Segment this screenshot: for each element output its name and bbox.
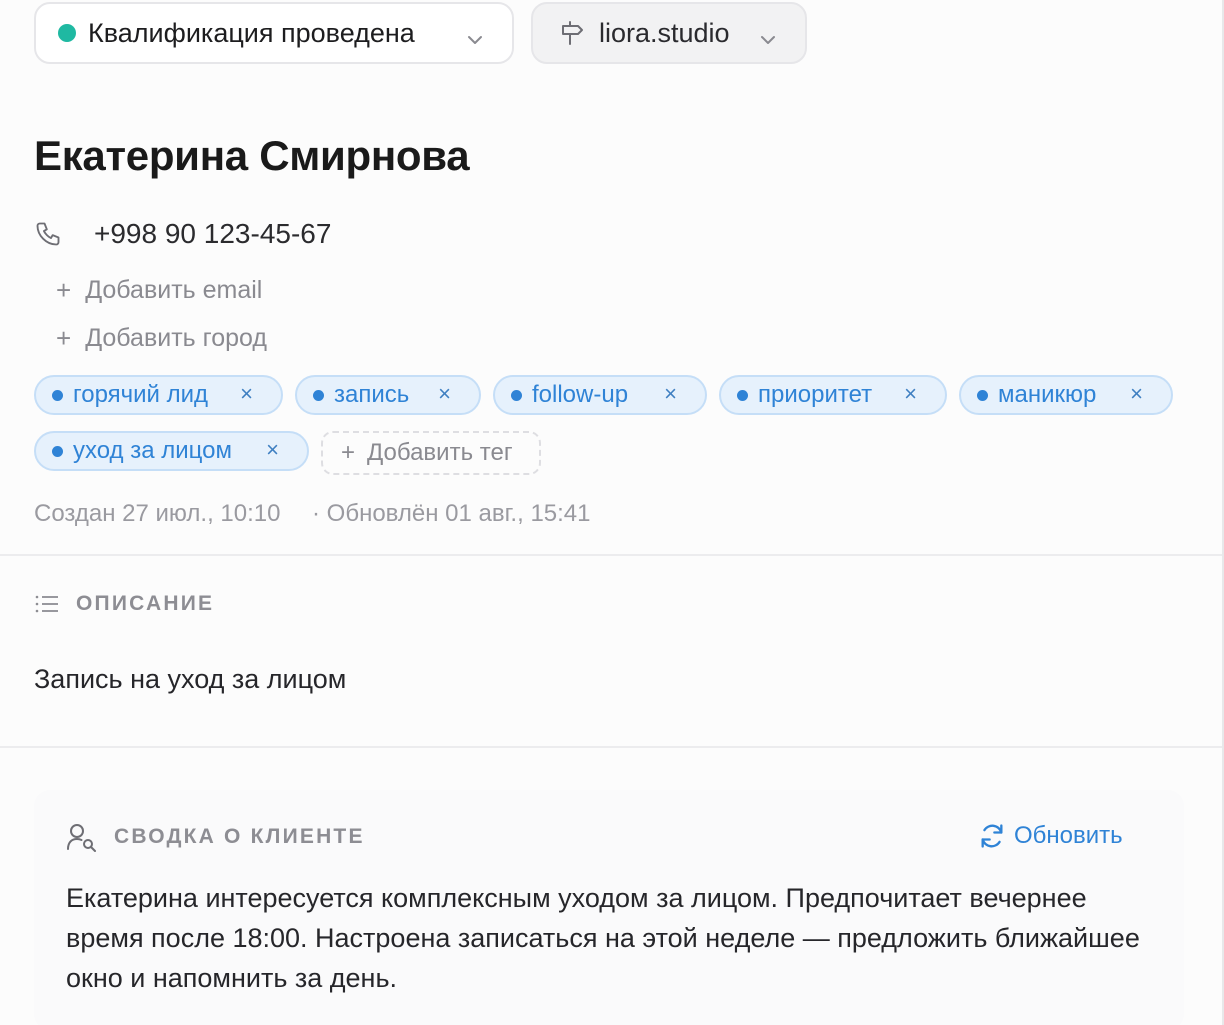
remove-tag-icon[interactable]: × [240,381,253,407]
divider [0,554,1222,556]
summary-text: Екатерина интересуется комплексным уходо… [66,883,1140,993]
contact-name: Екатерина Смирнова [34,132,470,179]
add-city-label: Добавить город [85,324,267,352]
tag-label: follow-up [532,381,629,408]
remove-tag-icon[interactable]: × [1130,381,1143,407]
lead-card: Квалификация проведена liora.studio Екат… [0,0,1224,1025]
tag-label: запись [334,381,410,408]
signpost-icon [559,20,585,46]
add-tag-button[interactable]: + Добавить тег [321,431,541,475]
plus-icon: + [56,323,72,353]
remove-tag-icon[interactable]: × [904,381,917,407]
refresh-summary-button[interactable]: Обновить [978,822,1123,850]
tag-dot [511,389,522,401]
tag-dot [52,445,63,457]
plus-icon: + [56,275,72,305]
phone-icon [34,220,62,253]
created-date: Создан 27 июл., 10:10 [34,500,281,527]
tag-dot [737,389,748,401]
tag-chip[interactable]: follow-up × [493,375,707,415]
tag-dot [313,389,324,401]
list-icon [34,593,60,615]
summary-heading: СВОДКА О КЛИЕНТЕ [66,822,365,852]
plus-icon: + [341,439,356,466]
status-dot [58,24,76,42]
tag-chip[interactable]: запись × [295,375,481,415]
status-dropdown[interactable]: Квалификация проведена [34,2,514,64]
add-email-label: Добавить email [85,276,263,304]
tag-chip[interactable]: маникюр × [959,375,1173,415]
add-city-button[interactable]: + Добавить город [56,323,267,354]
remove-tag-icon[interactable]: × [438,381,451,407]
divider [0,746,1222,748]
refresh-icon [978,822,1006,850]
add-tag-label: Добавить тег [367,439,513,466]
updated-date: · Обновлён 01 авг., 15:41 [312,500,591,527]
source-label: liora.studio [599,17,730,48]
remove-tag-icon[interactable]: × [266,437,279,463]
chevron-down-icon [759,25,777,56]
tag-chip[interactable]: горячий лид × [34,375,283,415]
tag-label: приоритет [758,381,873,408]
tag-chip[interactable]: приоритет × [719,375,947,415]
tag-chip[interactable]: уход за лицом × [34,431,309,471]
tag-dot [977,389,988,401]
remove-tag-icon[interactable]: × [664,381,677,407]
chevron-down-icon [466,25,484,56]
user-search-icon [66,822,98,852]
tag-label: уход за лицом [73,437,232,464]
phone-number[interactable]: +998 90 123-45-67 [94,218,331,250]
description-text[interactable]: Запись на уход за лицом [34,664,346,695]
description-heading-label: ОПИСАНИЕ [76,592,215,615]
tag-dot [52,389,63,401]
add-email-button[interactable]: + Добавить email [56,275,262,306]
description-heading: ОПИСАНИЕ [34,592,214,616]
tag-label: горячий лид [73,381,209,408]
tag-label: маникюр [998,381,1097,408]
status-label: Квалификация проведена [88,17,415,48]
summary-heading-label: СВОДКА О КЛИЕНТЕ [114,825,365,848]
source-dropdown[interactable]: liora.studio [531,2,807,64]
refresh-label: Обновить [1014,822,1123,849]
